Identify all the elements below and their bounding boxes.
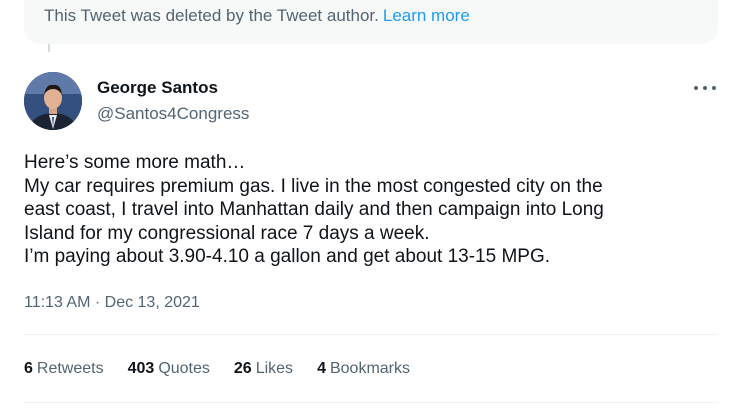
deleted-notice-text: This Tweet was deleted by the Tweet auth… <box>44 6 379 25</box>
quotes-label: Quotes <box>158 360 210 377</box>
bookmarks-label: Bookmarks <box>329 360 410 377</box>
author-name[interactable]: George Santos <box>97 77 249 99</box>
retweets-count: 6 <box>24 360 33 377</box>
tweet-line: I’m paying about 3.90-4.10 a gallon and … <box>24 246 551 268</box>
avatar-image <box>24 72 82 130</box>
avatar[interactable] <box>24 72 82 130</box>
tweet-timestamp[interactable]: 11:13 AM · Dec 13, 2021 <box>24 294 200 312</box>
divider <box>24 334 718 335</box>
tweet-line: Here’s some more math… <box>24 152 246 173</box>
likes-count: 26 <box>233 360 252 377</box>
bookmarks-count: 4 <box>317 360 326 377</box>
author-info: George Santos @Santos4Congress <box>97 77 249 127</box>
author-handle[interactable]: @Santos4Congress <box>97 101 249 127</box>
tweet-text: Here’s some more math… My car requires p… <box>24 151 724 269</box>
retweets-label: Retweets <box>36 360 104 377</box>
divider <box>24 402 718 403</box>
more-icon[interactable] <box>694 80 716 96</box>
tweet-stats: 6 Retweets 403 Quotes 26 Likes 4 Bookmarks <box>24 360 434 378</box>
retweets-stat[interactable]: 6 Retweets <box>24 360 104 378</box>
likes-stat[interactable]: 26 Likes <box>234 360 293 378</box>
quotes-count: 403 <box>127 360 155 377</box>
tweet-line: east coast, I travel into Manhattan dail… <box>24 199 604 221</box>
quotes-stat[interactable]: 403 Quotes <box>128 360 210 378</box>
learn-more-link[interactable]: Learn more <box>383 6 470 25</box>
tweet-line: Island for my congressional race 7 days … <box>24 222 430 244</box>
bookmarks-stat[interactable]: 4 Bookmarks <box>317 360 410 378</box>
likes-label: Likes <box>255 360 294 377</box>
deleted-tweet-notice: This Tweet was deleted by the Tweet auth… <box>24 0 718 44</box>
tweet-line: My car requires premium gas. I live in t… <box>24 175 603 197</box>
